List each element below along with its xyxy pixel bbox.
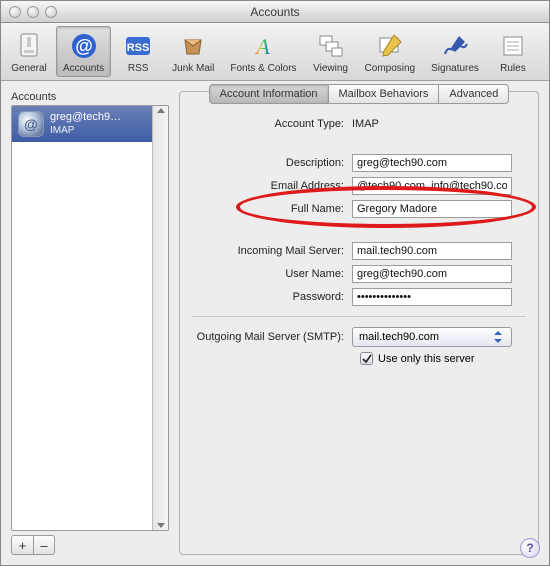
minimize-icon[interactable] (27, 6, 39, 18)
scroll-up-icon[interactable] (157, 108, 165, 113)
account-sub: IMAP (50, 125, 121, 137)
toolbar-label: Fonts & Colors (230, 63, 296, 74)
accounts-window: Accounts General @ Accounts RSS RSS Junk… (0, 0, 550, 566)
fontscolors-icon: A (247, 30, 279, 62)
email-field[interactable] (352, 177, 512, 195)
traffic-lights (1, 6, 57, 18)
viewing-icon (315, 30, 347, 62)
toolbar-rules[interactable]: Rules (488, 26, 538, 77)
tab-mailbox-behaviors[interactable]: Mailbox Behaviors (329, 84, 440, 104)
remove-account-button[interactable]: – (33, 535, 55, 555)
svg-text:@: @ (24, 116, 38, 132)
at-icon: @ (68, 30, 100, 62)
incoming-field[interactable] (352, 242, 512, 260)
chevron-updown-icon (491, 328, 505, 346)
toolbar-label: General (11, 63, 47, 74)
scroll-down-icon[interactable] (157, 523, 165, 528)
signatures-icon (439, 30, 471, 62)
account-panel: Account Information Mailbox Behaviors Ad… (179, 91, 539, 555)
password-field[interactable] (352, 288, 512, 306)
description-label: Description: (192, 157, 352, 169)
sidebar-title: Accounts (11, 91, 169, 103)
add-account-button[interactable]: + (11, 535, 33, 555)
email-label: Email Address: (192, 180, 352, 192)
toolbar-viewing[interactable]: Viewing (306, 26, 356, 77)
use-only-label: Use only this server (378, 353, 475, 365)
accounts-list[interactable]: @ greg@tech9… IMAP (11, 105, 169, 531)
tab-advanced[interactable]: Advanced (439, 84, 509, 104)
incoming-label: Incoming Mail Server: (192, 245, 352, 257)
account-type-label: Account Type: (192, 118, 352, 130)
password-label: Password: (192, 291, 352, 303)
svg-text:@: @ (75, 36, 93, 56)
account-type-value: IMAP (352, 118, 379, 130)
username-field[interactable] (352, 265, 512, 283)
toolbar-composing[interactable]: Composing (358, 26, 423, 77)
content: Accounts @ greg@tech9… IMAP (1, 81, 549, 565)
toolbar-fontscolors[interactable]: A Fonts & Colors (223, 26, 303, 77)
toolbar-label: Viewing (313, 63, 348, 74)
toolbar-general[interactable]: General (4, 26, 54, 77)
general-icon (13, 30, 45, 62)
toolbar-label: Rules (500, 63, 526, 74)
sidebar: Accounts @ greg@tech9… IMAP (11, 91, 169, 555)
use-only-row: Use only this server (360, 352, 526, 365)
toolbar-junkmail[interactable]: Junk Mail (165, 26, 221, 77)
junkmail-icon (177, 30, 209, 62)
rules-icon (497, 30, 529, 62)
description-field[interactable] (352, 154, 512, 172)
use-only-checkbox[interactable] (360, 352, 373, 365)
toolbar-signatures[interactable]: Signatures (424, 26, 486, 77)
svg-text:RSS: RSS (127, 42, 150, 54)
toolbar-accounts[interactable]: @ Accounts (56, 26, 111, 77)
smtp-popup[interactable]: mail.tech90.com (352, 327, 512, 347)
help-button[interactable]: ? (520, 538, 540, 558)
scrollbar[interactable] (152, 106, 168, 530)
composing-icon (374, 30, 406, 62)
smtp-value: mail.tech90.com (359, 331, 439, 343)
zoom-icon[interactable] (45, 6, 57, 18)
account-row[interactable]: @ greg@tech9… IMAP (12, 106, 152, 142)
account-text: greg@tech9… IMAP (50, 111, 121, 136)
add-remove-buttons: + – (11, 535, 169, 555)
at-icon: @ (18, 111, 44, 137)
toolbar-label: RSS (128, 63, 149, 74)
rss-icon: RSS (122, 30, 154, 62)
toolbar-label: Junk Mail (172, 63, 214, 74)
toolbar-rss[interactable]: RSS RSS (113, 26, 163, 77)
preferences-toolbar: General @ Accounts RSS RSS Junk Mail A (1, 23, 549, 81)
window-title: Accounts (1, 5, 549, 19)
svg-text:A: A (255, 34, 271, 59)
username-label: User Name: (192, 268, 352, 280)
toolbar-label: Accounts (63, 63, 104, 74)
account-name: greg@tech9… (50, 111, 121, 124)
toolbar-label: Composing (365, 63, 416, 74)
tab-account-information[interactable]: Account Information (209, 84, 329, 104)
tabs: Account Information Mailbox Behaviors Ad… (209, 84, 510, 104)
separator (192, 316, 526, 317)
fullname-label: Full Name: (192, 203, 352, 215)
smtp-label: Outgoing Mail Server (SMTP): (192, 331, 352, 343)
close-icon[interactable] (9, 6, 21, 18)
fullname-field[interactable] (352, 200, 512, 218)
titlebar[interactable]: Accounts (1, 1, 549, 23)
toolbar-label: Signatures (431, 63, 479, 74)
